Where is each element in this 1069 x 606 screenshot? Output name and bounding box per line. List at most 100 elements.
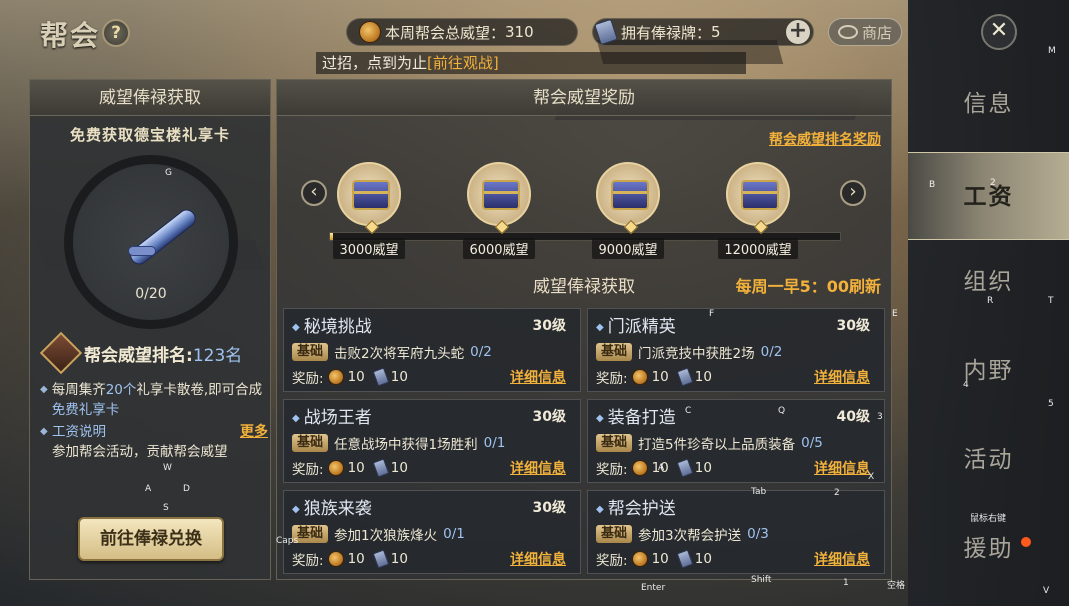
close-icon[interactable]: ✕ <box>981 14 1017 50</box>
guild-rank-row: 帮会威望排名:123名 <box>39 331 243 375</box>
help-icon[interactable]: ? <box>102 19 130 47</box>
left-panel-title: 威望俸禄获取 <box>30 80 270 116</box>
reward-label: 奖励: <box>292 462 324 478</box>
key-hint-2b: 2 <box>834 488 840 498</box>
bullet-collect-count: 20个 <box>105 382 137 398</box>
tab-organization[interactable]: 组织 <box>908 238 1069 326</box>
key-hint-e: E <box>892 309 898 319</box>
shop-button[interactable]: 商店 <box>828 18 902 46</box>
task-progress: 0/1 <box>443 526 465 542</box>
task-level: 30级 <box>532 500 566 516</box>
token-icon <box>676 367 694 387</box>
bullet-collect-pre: 每周集齐 <box>51 382 106 398</box>
more-link[interactable]: 更多 <box>240 422 268 442</box>
milestone-12000[interactable]: 12000威望 <box>718 162 798 259</box>
rank-value: 123名 <box>192 345 243 366</box>
coin-icon <box>327 369 344 385</box>
tab-activity[interactable]: 活动 <box>908 416 1069 504</box>
key-hint-5: 5 <box>1048 399 1054 409</box>
reward-chest-icon <box>596 162 660 235</box>
token-icon <box>676 549 694 569</box>
basic-tag: 基础 <box>596 434 633 452</box>
main-panel-title: 帮会威望奖励 <box>277 80 891 116</box>
reward-label: 奖励: <box>596 371 628 387</box>
key-hint-4: 4 <box>963 380 969 390</box>
milestone-label: 12000威望 <box>718 238 798 259</box>
key-hint-shift: Shift <box>751 575 772 585</box>
chevron-left-icon[interactable]: ‹ <box>301 180 327 206</box>
detail-link[interactable]: 详细信息 <box>814 549 870 569</box>
wage-description: 参加帮会活动，贡献帮会威望 <box>52 444 228 460</box>
task-section-header: 威望俸禄获取 每周一早5：00刷新 <box>277 274 891 300</box>
key-hint-enter: Enter <box>641 583 666 593</box>
task-desc: 击败2次将军府九头蛇 <box>334 346 465 362</box>
reward-label: 奖励: <box>292 371 324 387</box>
basic-tag: 基础 <box>292 434 329 452</box>
shop-coin-icon <box>837 25 858 39</box>
watch-battle-link[interactable]: [前往观战] <box>427 54 499 72</box>
salary-exchange-button[interactable]: 前往俸禄兑换 <box>78 517 224 561</box>
task-desc: 打造5件珍奇以上品质装备 <box>638 437 796 453</box>
info-bullets: ◆ 每周集齐20个礼享卡散卷,即可合成免费礼享卡 ◆ 工资说明 更多 参加帮会活… <box>40 380 268 462</box>
chevron-right-icon[interactable]: › <box>840 180 866 206</box>
task-card: ◆ 狼族来袭 30级 基础 参加1次狼族烽火 0/1 奖励: 10 10 详细信息 <box>283 490 581 574</box>
add-salary-button[interactable]: + <box>786 20 810 44</box>
detail-link[interactable]: 详细信息 <box>814 367 870 387</box>
basic-tag: 基础 <box>596 343 633 361</box>
rank-reward-link[interactable]: 帮会威望排名奖励 <box>769 129 881 149</box>
page-title: 帮会 <box>40 19 101 52</box>
milestone-6000[interactable]: 6000威望 <box>459 162 539 259</box>
key-hint-mouse: 鼠标右键 <box>970 514 1007 524</box>
key-hint-v: V <box>1043 586 1050 596</box>
task-desc: 门派竞技中获胜2场 <box>638 346 755 362</box>
key-hint-f: F <box>709 309 715 319</box>
key-hint-a: A <box>145 484 152 494</box>
task-progress: 0/1 <box>483 435 506 451</box>
reward-chest-icon <box>726 162 790 235</box>
key-hint-c: C <box>685 406 692 416</box>
reward-label: 奖励: <box>292 553 324 569</box>
bullet-diamond-icon: ◆ <box>40 426 48 437</box>
coin-icon <box>631 551 648 567</box>
prestige-value: 310 <box>505 23 534 41</box>
key-hint-caps: Caps <box>276 536 299 546</box>
rank-label: 帮会威望排名: <box>84 345 193 366</box>
tab-territory[interactable]: 内野 <box>908 327 1069 415</box>
reward-token: 10 <box>694 369 712 385</box>
reward-coin: 10 <box>347 551 365 567</box>
detail-link[interactable]: 详细信息 <box>510 458 566 478</box>
prestige-label: 本周帮会总威望： <box>385 23 506 42</box>
milestone-3000[interactable]: 3000威望 <box>329 162 409 259</box>
reward-coin: 10 <box>651 369 669 385</box>
tab-salary[interactable]: 工资 <box>908 152 1069 240</box>
task-name: 狼族来袭 <box>303 499 372 519</box>
tab-aid-label: 援助 <box>963 536 1014 562</box>
reward-token: 10 <box>390 551 408 567</box>
task-desc: 参加1次狼族烽火 <box>334 528 438 544</box>
tab-info[interactable]: 信息 <box>908 60 1069 148</box>
key-hint-3: 3 <box>877 412 883 422</box>
coin-icon <box>631 369 648 385</box>
detail-link[interactable]: 详细信息 <box>510 549 566 569</box>
task-progress: 0/5 <box>801 435 823 451</box>
free-card-title: 免费获取德宝楼礼享卡 <box>69 126 230 144</box>
token-icon <box>372 367 390 387</box>
milestone-9000[interactable]: 9000威望 <box>588 162 668 259</box>
key-hint-1: 1 <box>843 578 849 588</box>
scroll-progress-ring: 0/20 <box>64 155 238 329</box>
scroll-icon <box>120 202 204 269</box>
key-hint-tab: Tab <box>751 487 767 497</box>
prestige-coin-icon <box>359 21 381 43</box>
announcement-marquee: 过招，点到为止[前往观战] <box>316 52 746 74</box>
bullet-collect-text: 每周集齐20个礼享卡散卷,即可合成免费礼享卡 <box>52 380 268 420</box>
token-icon <box>676 458 694 478</box>
task-level: 30级 <box>532 318 566 334</box>
task-name: 战场王者 <box>303 408 372 428</box>
key-hint-q: Q <box>778 406 786 416</box>
detail-link[interactable]: 详细信息 <box>814 458 870 478</box>
detail-link[interactable]: 详细信息 <box>510 367 566 387</box>
diamond-icon: ◆ <box>292 413 300 424</box>
task-name: 门派精英 <box>607 317 676 337</box>
key-hint-b: B <box>929 180 936 190</box>
bullet-collect-mid: 礼享卡散卷,即可合成 <box>136 382 263 398</box>
